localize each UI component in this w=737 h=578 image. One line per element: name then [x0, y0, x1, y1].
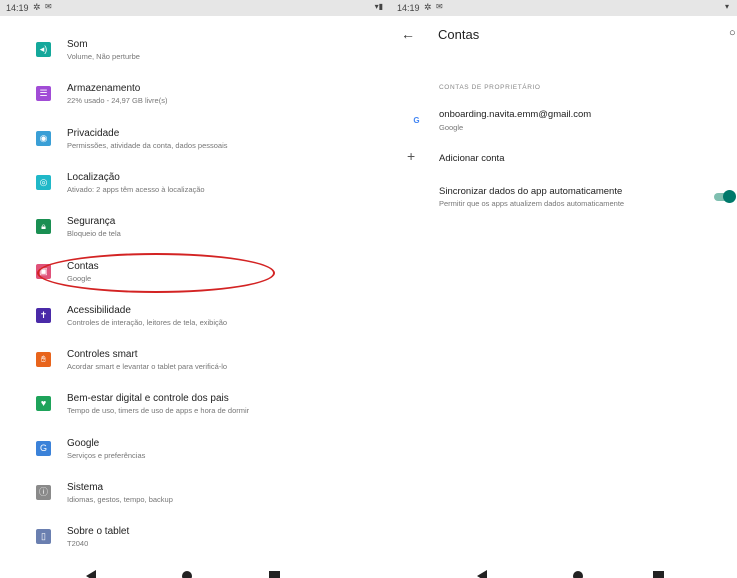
navigation-bar	[391, 564, 737, 578]
status-bar: 14:19 ✲ ✉ ▾	[391, 0, 737, 16]
nav-back-icon[interactable]	[477, 570, 487, 578]
settings-item-subtitle: Serviços e preferências	[67, 451, 146, 460]
plus-icon: +	[407, 148, 416, 164]
section-label: CONTAS DE PROPRIETÁRIO	[439, 84, 541, 91]
sound-icon: ◂)	[36, 42, 51, 57]
google-icon: G	[36, 441, 51, 456]
settings-panel: 14:19 ✲ ✉ ▾▮ ◂) Som Volume, Não perturbe ☰ A…	[0, 0, 391, 578]
gear-icon: ✲	[33, 2, 41, 12]
settings-item-sistema[interactable]: ⓘ Sistema Idiomas, gestos, tempo, backup	[0, 482, 391, 518]
settings-item-title: Controles smart	[67, 349, 138, 360]
settings-item-subtitle: T2040	[67, 539, 89, 548]
settings-item-subtitle: Bloqueio de tela	[67, 229, 121, 238]
nav-recents-icon[interactable]	[653, 571, 664, 578]
google-icon: G	[411, 115, 422, 126]
settings-item-som[interactable]: ◂) Som Volume, Não perturbe	[0, 39, 391, 75]
settings-item-title: Google	[67, 438, 100, 449]
accessibility-icon: ✝	[36, 308, 51, 323]
status-bar: 14:19 ✲ ✉ ▾▮	[0, 0, 391, 16]
account-provider: Google	[439, 123, 464, 132]
settings-item-localizacao[interactable]: ◎ Localização Ativado: 2 apps têm acesso à…	[0, 172, 391, 208]
settings-item-title: Armazenamento	[67, 83, 141, 94]
privacy-icon: ◉	[36, 131, 51, 146]
status-time: 14:19	[6, 3, 29, 13]
search-icon[interactable]: ○	[729, 27, 736, 39]
settings-item-sobre[interactable]: ▯ Sobre o tablet T2040	[0, 526, 391, 562]
settings-item-title: Sobre o tablet	[67, 526, 130, 537]
info-icon: ⓘ	[36, 485, 51, 500]
settings-item-title: Acessibilidade	[67, 305, 131, 316]
settings-item-privacidade[interactable]: ◉ Privacidade Permissões, atividade da con…	[0, 128, 391, 164]
navigation-bar	[0, 564, 391, 578]
storage-icon: ☰	[36, 86, 51, 101]
wellbeing-icon: ♥	[36, 396, 51, 411]
settings-item-subtitle: Ativado: 2 apps têm acesso à localização	[67, 185, 205, 194]
settings-item-controles[interactable]: ✋︎ Controles smart Acordar smart e levanta…	[0, 349, 391, 385]
add-account-label: Adicionar conta	[439, 153, 505, 164]
settings-item-subtitle: Controles de interação, leitores de tela…	[67, 318, 228, 327]
sync-title: Sincronizar dados do app automaticamente	[439, 186, 623, 197]
account-email: onboarding.navita.emm@gmail.com	[439, 109, 592, 120]
settings-item-title: Segurança	[67, 216, 116, 227]
nav-home-icon[interactable]	[182, 571, 192, 578]
location-icon: ◎	[36, 175, 51, 190]
page-title: Contas	[438, 27, 480, 42]
mail-icon: ✉	[436, 2, 443, 11]
signal-battery-icon: ▾▮	[374, 2, 383, 11]
nav-back-icon[interactable]	[86, 570, 96, 578]
nav-recents-icon[interactable]	[269, 571, 280, 578]
back-arrow-icon[interactable]: ←	[401, 26, 415, 42]
gear-icon: ✲	[424, 2, 432, 12]
settings-item-title: Bem-estar digital e controle dos pais	[67, 393, 229, 404]
settings-item-subtitle: 22% usado - 24,97 GB livre(s)	[67, 96, 168, 105]
settings-item-title: Privacidade	[67, 128, 120, 139]
lock-icon: 🔒︎	[36, 219, 51, 234]
settings-item-subtitle: Tempo de uso, timers de uso de apps e ho…	[67, 406, 250, 415]
nav-home-icon[interactable]	[573, 571, 583, 578]
settings-item-seguranca[interactable]: 🔒︎ Segurança Bloqueio de tela	[0, 216, 391, 252]
contas-highlight-circle	[37, 253, 275, 293]
hand-icon: ✋︎	[36, 352, 51, 367]
settings-item-bemestar[interactable]: ♥ Bem-estar digital e controle dos pais Te…	[0, 393, 391, 429]
settings-item-title: Som	[67, 39, 88, 50]
settings-item-subtitle: Permissões, atividade da conta, dados pe…	[67, 141, 228, 150]
sync-toggle[interactable]	[723, 190, 736, 203]
settings-item-armazenamento[interactable]: ☰ Armazenamento 22% usado - 24,97 GB livre…	[0, 83, 391, 119]
settings-item-subtitle: Idiomas, gestos, tempo, backup	[67, 495, 173, 504]
settings-item-title: Localização	[67, 172, 120, 183]
mail-icon: ✉	[45, 2, 52, 11]
settings-item-acessibilidade[interactable]: ✝ Acessibilidade Controles de interação, l…	[0, 305, 391, 341]
tablet-icon: ▯	[36, 529, 51, 544]
accounts-panel: 14:19 ✲ ✉ ▾ ← Contas ○ CONTAS DE PROPRIE…	[391, 0, 737, 578]
signal-icon: ▾	[724, 2, 729, 11]
status-time: 14:19	[397, 3, 420, 13]
sync-subtitle: Permitir que os apps atualizem dados aut…	[439, 199, 625, 208]
settings-item-subtitle: Acordar smart e levantar o tablet para v…	[67, 362, 228, 371]
settings-item-title: Sistema	[67, 482, 104, 493]
settings-item-subtitle: Volume, Não perturbe	[67, 52, 140, 61]
settings-item-google[interactable]: G Google Serviços e preferências	[0, 438, 391, 474]
